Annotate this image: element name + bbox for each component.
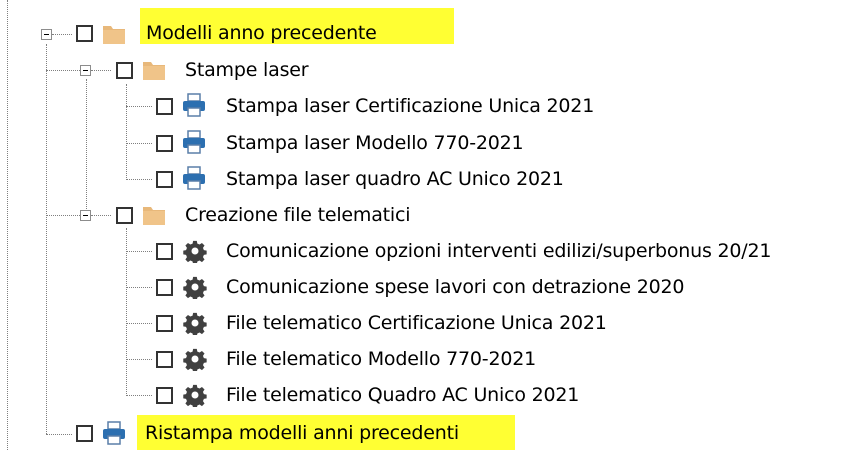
checkbox-telematici-item[interactable] <box>156 387 173 404</box>
tree-connector <box>126 179 152 180</box>
checkbox-telematici-item[interactable] <box>156 279 173 296</box>
collapse-toggle-telematici[interactable] <box>80 210 91 221</box>
gear-icon <box>183 239 207 263</box>
tree-label-group-telematici[interactable]: Creazione file telematici <box>183 201 412 229</box>
tree-connector <box>126 323 152 324</box>
tree-connector <box>126 84 127 180</box>
gear-icon <box>183 347 207 371</box>
folder-icon <box>102 22 126 46</box>
tree-label-telematici-item[interactable]: File telematico Certificazione Unica 202… <box>224 309 609 337</box>
tree-connector <box>126 106 152 107</box>
tree-label-laser-item[interactable]: Stampa laser quadro AC Unico 2021 <box>224 165 566 193</box>
tree-connector <box>126 287 152 288</box>
tree-label-root[interactable]: Modelli anno precedente <box>144 19 379 47</box>
tree-label-telematici-item[interactable]: File telematico Quadro AC Unico 2021 <box>224 381 581 409</box>
checkbox-laser-item[interactable] <box>156 135 173 152</box>
printer-icon <box>182 93 206 117</box>
tree-label-telematici-item[interactable]: File telematico Modello 770-2021 <box>224 345 538 373</box>
checkbox-telematici-item[interactable] <box>156 315 173 332</box>
tree-connector <box>126 251 152 252</box>
tree-connector <box>126 143 152 144</box>
tree-connector <box>91 215 111 216</box>
tree-connector <box>126 228 127 396</box>
tree-connector <box>46 44 47 434</box>
folder-icon <box>142 203 166 227</box>
checkbox-telematici-item[interactable] <box>156 351 173 368</box>
gear-icon <box>183 383 207 407</box>
checkbox-last-item[interactable] <box>76 425 93 442</box>
tree-connector <box>46 215 80 216</box>
tree-view: Modelli anno precedente Stampe laser Sta… <box>0 0 846 450</box>
checkbox-root[interactable] <box>76 25 93 42</box>
tree-connector <box>126 395 152 396</box>
tree-label-group-laser[interactable]: Stampe laser <box>183 56 310 84</box>
tree-connector <box>46 434 72 435</box>
tree-label-telematici-item[interactable]: Comunicazione opzioni interventi edilizi… <box>224 237 773 265</box>
tree-label-telematici-item[interactable]: Comunicazione spese lavori con detrazion… <box>224 273 686 301</box>
checkbox-laser-item[interactable] <box>156 171 173 188</box>
tree-connector <box>91 70 111 71</box>
checkbox-laser-item[interactable] <box>156 98 173 115</box>
printer-icon <box>102 421 126 445</box>
tree-label-laser-item[interactable]: Stampa laser Certificazione Unica 2021 <box>224 92 596 120</box>
checkbox-group-laser[interactable] <box>116 62 133 79</box>
gear-icon <box>183 275 207 299</box>
printer-icon <box>182 130 206 154</box>
tree-connector <box>126 359 152 360</box>
gear-icon <box>183 311 207 335</box>
tree-connector <box>52 34 72 35</box>
tree-guide-line <box>7 0 8 450</box>
printer-icon <box>182 166 206 190</box>
folder-icon <box>142 58 166 82</box>
tree-label-laser-item[interactable]: Stampa laser Modello 770-2021 <box>224 129 525 157</box>
collapse-toggle-laser[interactable] <box>80 65 91 76</box>
tree-label-last-item[interactable]: Ristampa modelli anni precedenti <box>143 419 461 447</box>
checkbox-group-telematici[interactable] <box>116 207 133 224</box>
tree-connector <box>86 79 87 219</box>
collapse-toggle-root[interactable] <box>41 29 52 40</box>
tree-connector <box>46 70 80 71</box>
checkbox-telematici-item[interactable] <box>156 243 173 260</box>
